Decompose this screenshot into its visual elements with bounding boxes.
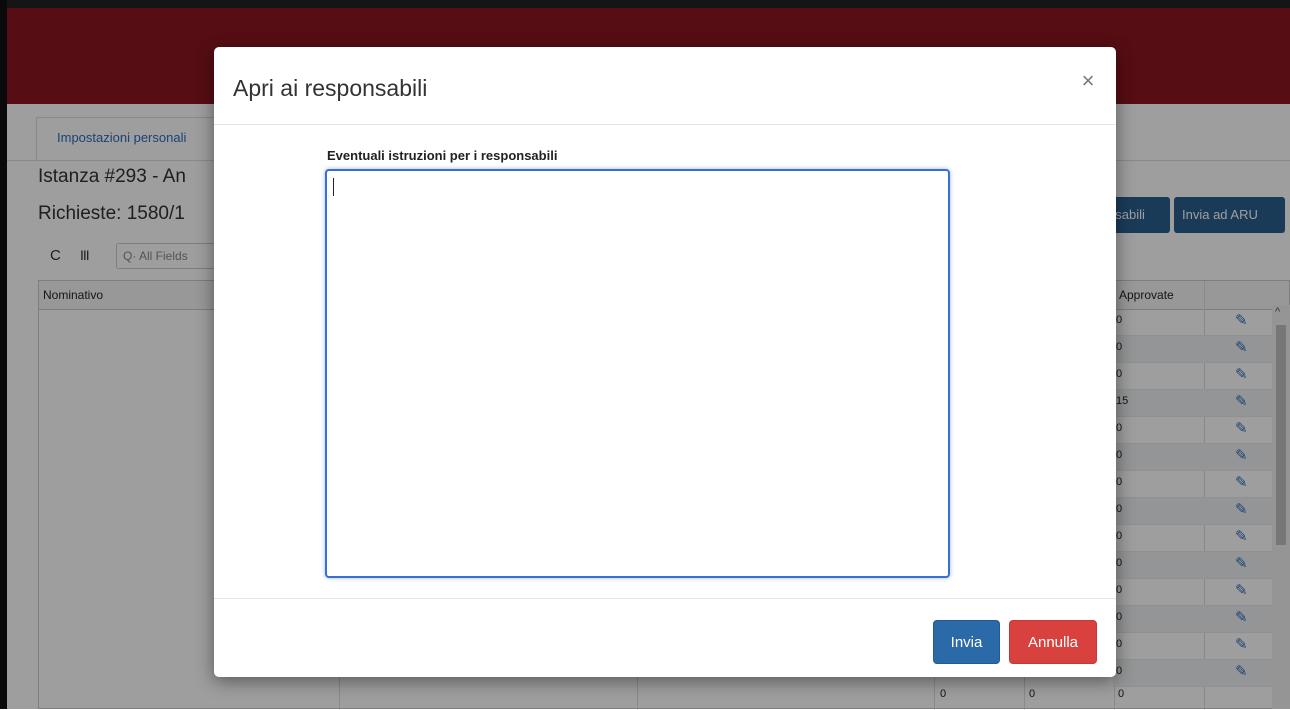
annulla-button[interactable]: Annulla (1009, 620, 1097, 664)
instructions-label: Eventuali istruzioni per i responsabili (327, 148, 558, 163)
instructions-textarea[interactable] (325, 169, 950, 578)
text-caret (333, 178, 334, 196)
close-icon[interactable]: × (1076, 69, 1100, 93)
modal-footer: Invia Annulla (214, 598, 1116, 678)
apri-responsabili-dialog: Apri ai responsabili × Eventuali istruzi… (214, 47, 1116, 677)
modal-title: Apri ai responsabili (233, 75, 428, 101)
invia-button[interactable]: Invia (933, 620, 1000, 664)
modal-header: Apri ai responsabili × (214, 47, 1116, 125)
